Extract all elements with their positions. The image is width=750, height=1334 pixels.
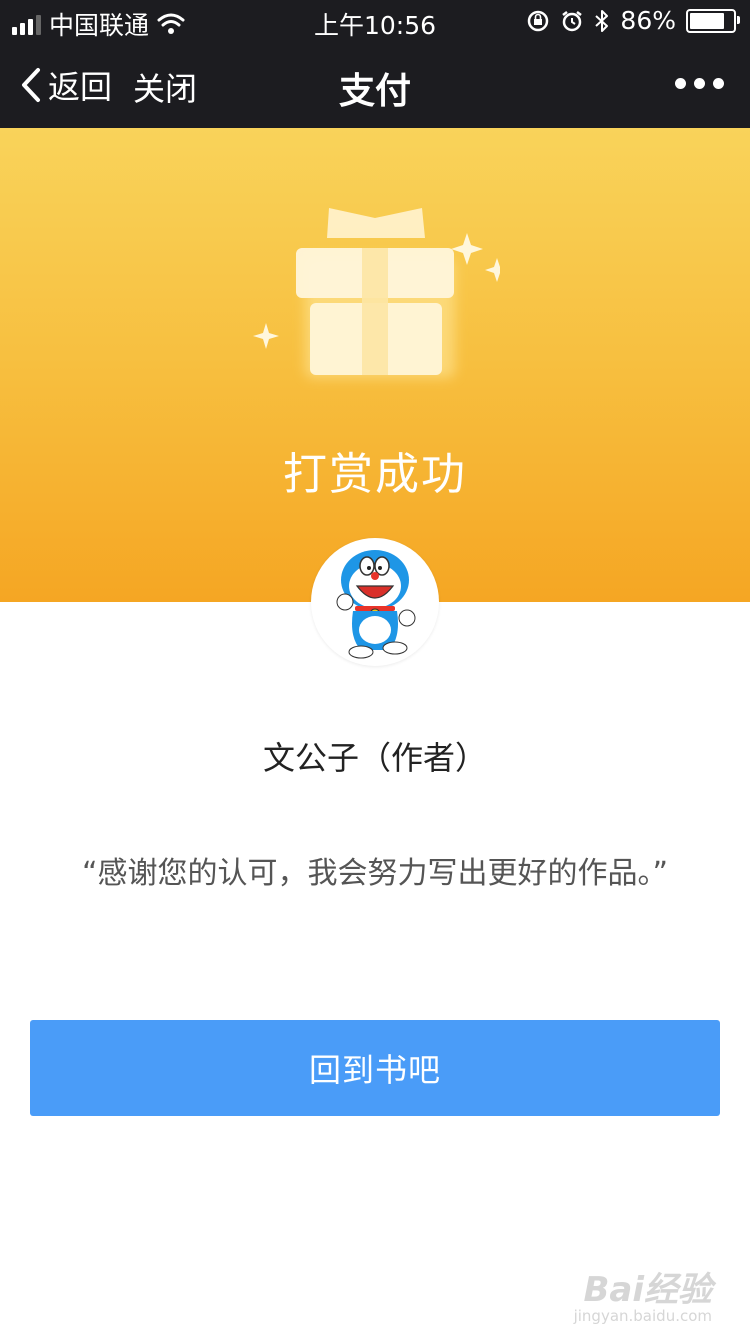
back-to-bookbar-button[interactable]: 回到书吧	[30, 1020, 720, 1116]
page-title: 支付	[338, 71, 411, 112]
author-name: 文公子（作者）	[262, 739, 487, 777]
thank-you-message: “感谢您的认可，我会努力写出更好的作品。”	[81, 856, 669, 891]
rotation-lock-icon	[528, 10, 549, 31]
reward-success-title: 打赏成功	[283, 449, 467, 500]
top-bar: 中国联通 上午10:56 86% 返回 关闭 支付	[0, 0, 750, 128]
reward-banner: 打赏成功	[0, 128, 750, 602]
more-menu-button[interactable]	[675, 78, 724, 89]
author-avatar	[311, 538, 439, 666]
battery-icon	[686, 8, 740, 33]
nav-bar: 返回 关闭 支付	[0, 40, 750, 128]
more-dot-icon	[713, 78, 724, 89]
watermark-logo-text: Bai经验	[583, 1270, 712, 1310]
bluetooth-icon	[595, 9, 609, 32]
status-bar: 中国联通 上午10:56 86%	[0, 0, 750, 40]
avatar-character-image	[317, 544, 433, 660]
alarm-icon	[562, 10, 583, 31]
more-dot-icon	[675, 78, 686, 89]
gift-icon	[253, 208, 500, 378]
battery-percent: 86%	[620, 6, 676, 35]
watermark-url: jingyan.baidu.com	[573, 1307, 712, 1325]
more-dot-icon	[694, 78, 705, 89]
baidu-jingyan-watermark: Bai经验 jingyan.baidu.com	[574, 1262, 712, 1325]
